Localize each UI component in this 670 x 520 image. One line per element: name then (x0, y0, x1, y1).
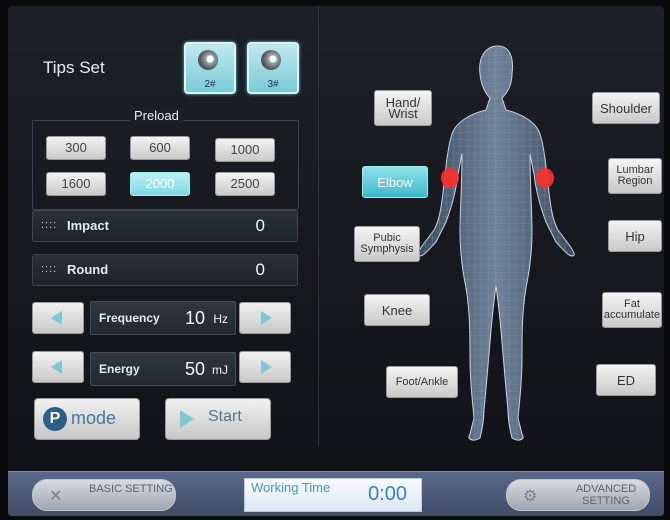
frequency-display: Frequency 10 Hz (90, 301, 236, 335)
control-panel: Tips Set 2# 3# Preload 300 600 1000 1600… (8, 6, 319, 446)
knee-button[interactable]: Knee (364, 294, 430, 326)
right-arrow-icon (261, 311, 272, 325)
elbow-button[interactable]: Elbow (362, 166, 428, 198)
tip-2-icon (198, 50, 218, 70)
frequency-unit: Hz (213, 312, 228, 326)
gear-icon: ⚙ (523, 488, 538, 505)
preload-2000-button[interactable]: 2000 (130, 172, 190, 196)
right-arrow-icon (261, 360, 272, 374)
preload-600-button[interactable]: 600 (130, 136, 190, 160)
tips-set-title: Tips Set (43, 58, 105, 77)
bottom-bar: ✕ BASIC SETTING Working Time 0:00 ⚙ ADVA… (8, 471, 664, 516)
wrench-icon: ✕ (49, 488, 63, 505)
frequency-label: Frequency (99, 311, 160, 325)
device-screen: Tips Set 2# 3# Preload 300 600 1000 1600… (8, 6, 664, 516)
tip-3-button[interactable]: 3# (247, 42, 299, 94)
body-map-area: Hand/ Wrist Elbow Pubic Symphysis Knee F… (320, 6, 664, 476)
start-button[interactable]: Start (165, 398, 271, 440)
left-arrow-icon (51, 311, 62, 325)
working-time-value: 0:00 (368, 483, 407, 505)
preload-2500-button[interactable]: 2500 (215, 172, 275, 196)
round-label: Round (67, 262, 109, 277)
preload-title: Preload (130, 108, 183, 123)
start-label: Start (208, 408, 242, 425)
basic-setting-button[interactable]: ✕ BASIC SETTING (32, 479, 176, 511)
hip-button[interactable]: Hip (608, 220, 662, 252)
basic-setting-label: BASIC SETTING (89, 483, 173, 495)
left-arrow-icon (51, 360, 62, 374)
energy-decrease-button[interactable] (32, 351, 84, 383)
preload-group (32, 120, 299, 210)
right-elbow-marker (536, 168, 554, 188)
pubic-symphysis-button[interactable]: Pubic Symphysis (354, 226, 420, 262)
tip-3-label: 3# (267, 79, 279, 90)
mode-label: mode (71, 408, 117, 428)
left-elbow-marker (441, 168, 459, 188)
grip-icon: :::: (41, 263, 58, 275)
foot-ankle-button[interactable]: Foot/Ankle (386, 366, 458, 398)
advanced-setting-button[interactable]: ⚙ ADVANCED SETTING (506, 479, 650, 511)
tip-2-label: 2# (204, 79, 216, 90)
energy-unit: mJ (212, 363, 228, 377)
ed-button[interactable]: ED (596, 364, 656, 396)
energy-increase-button[interactable] (239, 351, 291, 383)
preload-300-button[interactable]: 300 (46, 136, 106, 160)
frequency-increase-button[interactable] (239, 302, 291, 334)
round-counter: :::: Round 0 (32, 254, 298, 286)
shoulder-button[interactable]: Shoulder (592, 92, 660, 124)
energy-display: Energy 50 mJ (90, 352, 236, 386)
impact-counter: :::: Impact 0 (32, 210, 298, 242)
mode-button[interactable]: P mode (34, 398, 140, 440)
advanced-setting-label: ADVANCED SETTING (575, 483, 637, 507)
play-icon (180, 410, 194, 428)
impact-label: Impact (67, 218, 109, 233)
frequency-decrease-button[interactable] (32, 302, 84, 334)
working-time-label: Working Time (251, 480, 331, 495)
preload-1600-button[interactable]: 1600 (46, 172, 106, 196)
tip-3-icon (261, 50, 281, 70)
energy-label: Energy (99, 362, 140, 376)
p-icon: P (43, 407, 67, 431)
round-value: 0 (255, 260, 265, 279)
lumbar-region-button[interactable]: Lumbar Region (608, 158, 662, 194)
grip-icon: :::: (41, 219, 58, 231)
preload-1000-button[interactable]: 1000 (215, 138, 275, 162)
fat-accumulate-button[interactable]: Fat accumulate (602, 292, 662, 328)
hand-wrist-button[interactable]: Hand/ Wrist (374, 90, 432, 126)
tip-2-button[interactable]: 2# (184, 42, 236, 94)
impact-value: 0 (255, 216, 265, 235)
frequency-value: 10 (184, 308, 205, 328)
energy-value: 50 (184, 359, 205, 379)
working-time-display: Working Time 0:00 (244, 478, 422, 512)
